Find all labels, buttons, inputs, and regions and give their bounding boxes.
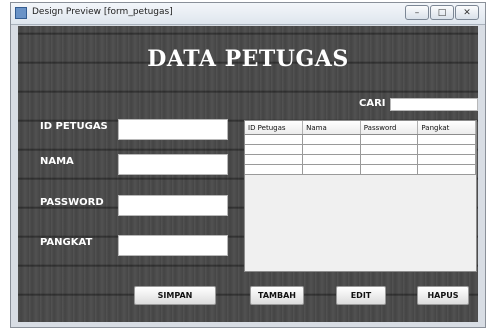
table-row[interactable] [245, 154, 476, 165]
form-petugas-window: Design Preview [form_petugas] – □ ✕ DATA… [10, 2, 486, 328]
password-label: PASSWORD [40, 197, 104, 208]
search-label: CARI [359, 98, 386, 109]
table-cell[interactable] [360, 164, 419, 175]
table-cell[interactable] [245, 144, 304, 155]
table-cell[interactable] [360, 134, 419, 145]
table-cell[interactable] [360, 154, 419, 165]
table-cell[interactable] [245, 154, 304, 165]
table-cell[interactable] [417, 154, 476, 165]
title-bar[interactable]: Design Preview [form_petugas] – □ ✕ [11, 3, 485, 25]
table-cell[interactable] [245, 164, 304, 175]
password-input[interactable] [118, 195, 228, 216]
column-header-pangkat[interactable]: Pangkat [417, 121, 476, 135]
petugas-table[interactable]: ID Petugas Nama Password Pangkat [244, 120, 477, 272]
id-petugas-label: ID PETUGAS [40, 121, 108, 132]
table-header-row: ID Petugas Nama Password Pangkat [245, 121, 476, 135]
pangkat-input[interactable] [118, 235, 228, 256]
minimize-button[interactable]: – [405, 5, 429, 20]
table-cell[interactable] [302, 164, 361, 175]
nama-label: NAMA [40, 156, 74, 167]
simpan-button[interactable]: SIMPAN [134, 286, 216, 305]
table-cell[interactable] [302, 134, 361, 145]
maximize-button[interactable]: □ [430, 5, 454, 20]
tambah-button[interactable]: TAMBAH [250, 286, 304, 305]
table-row[interactable] [245, 144, 476, 155]
table-cell[interactable] [302, 144, 361, 155]
window-title: Design Preview [form_petugas] [32, 7, 173, 17]
window-controls: – □ ✕ [405, 5, 479, 20]
table-cell[interactable] [417, 164, 476, 175]
wood-panel: DATA PETUGAS CARI ID PETUGAS NAMA PASSWO… [18, 26, 478, 322]
table-row[interactable] [245, 134, 476, 145]
close-button[interactable]: ✕ [455, 5, 479, 20]
column-header-password[interactable]: Password [360, 121, 419, 135]
table-cell[interactable] [302, 154, 361, 165]
table-cell[interactable] [360, 144, 419, 155]
table-cell[interactable] [245, 134, 304, 145]
id-petugas-input[interactable] [118, 119, 228, 140]
search-input[interactable] [390, 98, 478, 111]
pangkat-label: PANGKAT [40, 237, 93, 248]
column-header-nama[interactable]: Nama [302, 121, 361, 135]
column-header-id-petugas[interactable]: ID Petugas [245, 121, 304, 135]
table-row[interactable] [245, 164, 476, 175]
petugas-table-grid: ID Petugas Nama Password Pangkat [245, 121, 476, 175]
page-title: DATA PETUGAS [147, 46, 349, 72]
nama-input[interactable] [118, 154, 228, 175]
edit-button[interactable]: EDIT [336, 286, 386, 305]
java-app-icon [15, 7, 27, 19]
hapus-button[interactable]: HAPUS [417, 286, 469, 305]
table-cell[interactable] [417, 144, 476, 155]
table-cell[interactable] [417, 134, 476, 145]
